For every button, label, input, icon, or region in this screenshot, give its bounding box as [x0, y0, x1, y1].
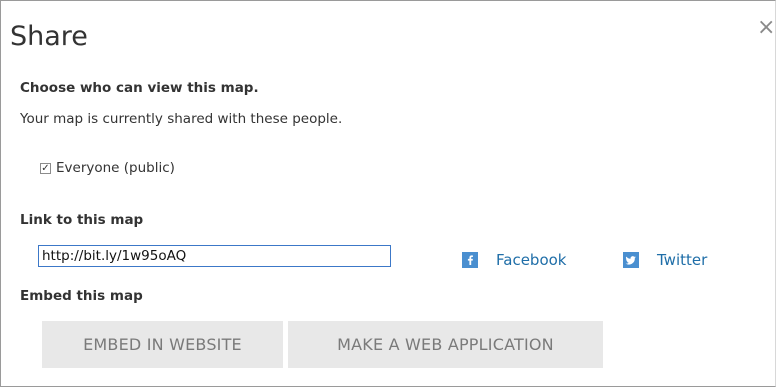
embed-in-website-button[interactable]: EMBED IN WEBSITE [42, 321, 283, 368]
embed-heading: Embed this map [20, 288, 143, 304]
everyone-option[interactable]: ✓ Everyone (public) [40, 160, 175, 176]
map-link-input[interactable] [38, 245, 391, 267]
close-icon[interactable]: × [757, 17, 775, 39]
twitter-icon[interactable] [623, 252, 639, 268]
twitter-label[interactable]: Twitter [657, 251, 707, 269]
facebook-share[interactable]: Facebook [462, 251, 566, 269]
view-heading: Choose who can view this map. [20, 80, 259, 96]
dialog-title: Share [10, 21, 88, 52]
twitter-share[interactable]: Twitter [623, 251, 707, 269]
view-description: Your map is currently shared with these … [20, 111, 343, 127]
share-dialog: Share × Choose who can view this map. Yo… [0, 0, 776, 387]
facebook-label[interactable]: Facebook [496, 251, 566, 269]
everyone-checkbox[interactable]: ✓ [40, 162, 51, 174]
link-heading: Link to this map [20, 212, 144, 228]
everyone-label: Everyone (public) [56, 160, 175, 176]
make-web-application-button[interactable]: MAKE A WEB APPLICATION [288, 321, 603, 368]
facebook-icon[interactable] [462, 252, 478, 268]
